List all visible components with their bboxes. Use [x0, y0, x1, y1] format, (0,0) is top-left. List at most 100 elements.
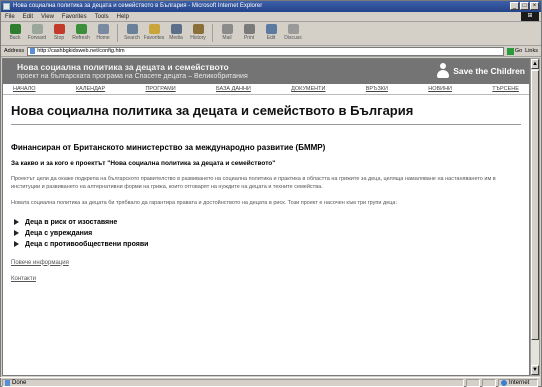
favorites-button[interactable]: Favorites: [143, 24, 165, 41]
bullet-arrow-icon: [14, 241, 19, 247]
site-banner: Нова социална политика за децата и семей…: [3, 59, 529, 84]
forward-button[interactable]: Forward: [26, 24, 48, 41]
toolbar-label: Print: [243, 35, 255, 41]
status-text: Done: [12, 379, 27, 386]
toolbar-label: Media: [169, 35, 183, 41]
discuss-button[interactable]: Discuss: [282, 24, 304, 41]
back-icon: [9, 24, 21, 34]
menu-edit[interactable]: Edit: [23, 12, 33, 21]
list-item: Деца в риск от изоставяне: [14, 217, 521, 228]
nav-programs[interactable]: ПРОГРАМИ: [145, 84, 175, 94]
window-controls: _ □ ×: [510, 2, 539, 10]
status-text-area: Done: [2, 378, 464, 387]
status-bar: Done Internet: [0, 377, 540, 387]
mail-icon: [221, 24, 233, 34]
title-divider: [11, 124, 521, 125]
list-item-label: Деца с противообществени прояви: [25, 240, 149, 248]
save-the-children-logo[interactable]: Save the Children: [436, 63, 525, 79]
toolbar-label: Favorites: [143, 35, 165, 41]
menu-bar: File Edit View Favorites Tools Help ⊞: [1, 12, 541, 22]
site-nav: НАЧАЛО КАЛЕНДАР ПРОГРАМИ БАЗА ДАННИ ДОКУ…: [3, 84, 529, 95]
forward-icon: [31, 24, 43, 34]
history-icon: [192, 24, 204, 34]
stop-button[interactable]: Stop: [48, 24, 70, 41]
toolbar-separator: [117, 24, 118, 42]
bullet-arrow-icon: [14, 230, 19, 236]
favorites-icon: [148, 24, 160, 34]
address-bar: Address http://cashbgkidsweb.net/config.…: [1, 46, 541, 57]
menu-view[interactable]: View: [41, 12, 54, 21]
windows-logo-icon: ⊞: [521, 12, 539, 21]
edit-icon: [265, 24, 277, 34]
mail-button[interactable]: Mail: [216, 24, 238, 41]
window-title: Нова социална политика за децата и семей…: [13, 3, 263, 9]
toolbar-label: Back: [9, 35, 21, 41]
refresh-button[interactable]: Refresh: [70, 24, 92, 41]
discuss-icon: [287, 24, 299, 34]
toolbar-label: History: [190, 35, 206, 41]
back-button[interactable]: Back: [4, 24, 26, 41]
nav-documents[interactable]: ДОКУМЕНТИ: [291, 84, 325, 94]
target-groups-paragraph: Новата социална политика за децата би тр…: [11, 200, 397, 206]
logo-text: Save the Children: [453, 66, 525, 76]
refresh-icon: [75, 24, 87, 34]
bullet-arrow-icon: [14, 219, 19, 225]
vertical-scrollbar[interactable]: ▲ ▼: [530, 58, 540, 376]
media-button[interactable]: Media: [165, 24, 187, 41]
scroll-thumb[interactable]: [531, 70, 539, 340]
maximize-button[interactable]: □: [520, 2, 529, 10]
home-button[interactable]: Home: [92, 24, 114, 41]
address-label: Address: [4, 48, 25, 54]
toolbar-separator: [212, 24, 213, 42]
toolbar-label: Stop: [53, 35, 65, 41]
list-item-label: Деца с увреждания: [25, 229, 93, 237]
scroll-down-icon[interactable]: ▼: [531, 365, 539, 375]
scroll-up-icon[interactable]: ▲: [531, 59, 539, 69]
child-figure-icon: [436, 63, 450, 79]
toolbar-label: Edit: [266, 35, 276, 41]
menu-file[interactable]: File: [5, 12, 15, 21]
nav-news[interactable]: НОВИНИ: [428, 84, 452, 94]
search-button[interactable]: Search: [121, 24, 143, 41]
nav-search[interactable]: ТЪРСЕНЕ: [492, 84, 519, 94]
edit-button[interactable]: Edit: [260, 24, 282, 41]
standard-toolbar: Back Forward Stop Refresh Home Search Favorite…: [1, 22, 541, 46]
go-button[interactable]: Go: [506, 47, 522, 55]
contacts-link[interactable]: Контакти: [11, 276, 521, 282]
target-groups-list: Деца в риск от изоставяне Деца с уврежда…: [11, 217, 521, 250]
page-icon: [30, 48, 36, 54]
menu-help[interactable]: Help: [117, 12, 129, 21]
funded-by-heading: Финансиран от Британското министерство з…: [11, 143, 326, 152]
print-button[interactable]: Print: [238, 24, 260, 41]
nav-links[interactable]: ВРЪЗКИ: [366, 84, 388, 94]
media-icon: [170, 24, 182, 34]
toolbar-label: Search: [124, 35, 140, 41]
menu-tools[interactable]: Tools: [95, 12, 109, 21]
search-icon: [126, 24, 138, 34]
nav-home[interactable]: НАЧАЛО: [13, 84, 36, 94]
more-info-link[interactable]: Повече информация: [11, 260, 521, 266]
menu-favorites[interactable]: Favorites: [62, 12, 87, 21]
nav-database[interactable]: БАЗА ДАННИ: [216, 84, 251, 94]
title-bar: Нова социална политика за децата и семей…: [1, 1, 541, 12]
address-input[interactable]: http://cashbgkidsweb.net/config.htm: [27, 46, 504, 56]
toolbar-label: Discuss: [284, 35, 302, 41]
status-panel: [466, 378, 480, 387]
nav-calendar[interactable]: КАЛЕНДАР: [76, 84, 105, 94]
minimize-button[interactable]: _: [510, 2, 519, 10]
history-button[interactable]: History: [187, 24, 209, 41]
page-title: Нова социална политика за децата и семей…: [11, 103, 414, 118]
toolbar-label: Forward: [27, 35, 47, 41]
links-button[interactable]: Links: [525, 48, 538, 54]
toolbar-label: Home: [96, 35, 110, 41]
close-button[interactable]: ×: [530, 2, 539, 10]
security-zone: Internet: [498, 378, 538, 387]
list-item-label: Деца в риск от изоставяне: [25, 218, 118, 226]
project-question-heading: За какво и за кого е проектът "Нова соци…: [11, 160, 276, 167]
intro-paragraph: Проектът цели да окаже подкрепа на бълга…: [11, 176, 496, 190]
address-url: http://cashbgkidsweb.net/config.htm: [37, 48, 125, 54]
go-arrow-icon: [506, 47, 514, 55]
status-panel: [482, 378, 496, 387]
page-content: Нова социална политика за децата и семей…: [3, 103, 529, 282]
home-icon: [97, 24, 109, 34]
